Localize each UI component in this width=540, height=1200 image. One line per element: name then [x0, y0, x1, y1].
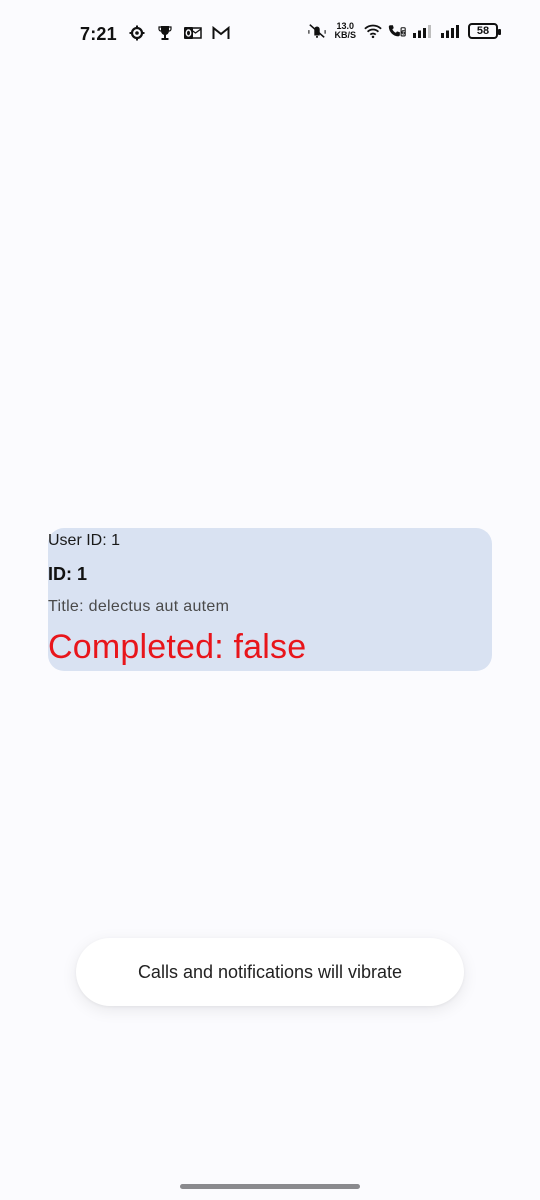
id-text: ID: 1 [48, 564, 88, 584]
title-text: Title: delectus aut autem [48, 598, 230, 615]
toast-notification: Calls and notifications will vibrate [76, 938, 464, 1006]
status-bar: 7:21 13.0 KB/S 6 58 [0, 0, 540, 68]
status-time: 7:21 [80, 24, 117, 44]
toast-message: Calls and notifications will vibrate [137, 961, 403, 982]
system-status-icons: 13.0 KB/S 6 58 [308, 22, 501, 40]
settings-gear-icon [128, 24, 146, 42]
wifi-calling-icon: 6 [388, 22, 406, 40]
gmail-icon [212, 24, 230, 42]
network-speed-unit: KB/S [334, 30, 356, 40]
signal-icon-1 [412, 22, 434, 40]
completed-status-text: Completed: false [48, 628, 307, 666]
wifi-icon [364, 22, 382, 40]
vibrate-mute-icon [308, 22, 327, 40]
battery-icon: 58 [468, 23, 501, 39]
trophy-icon [156, 24, 174, 42]
user-id-text: User ID: 1 [48, 532, 121, 549]
svg-text:6: 6 [401, 30, 405, 36]
todo-card: User ID: 1 ID: 1 Title: delectus aut aut… [48, 528, 492, 671]
notification-icons [128, 24, 230, 42]
gesture-navigation-handle[interactable] [180, 1184, 360, 1189]
outlook-icon [184, 24, 202, 42]
network-speed: 13.0 KB/S [334, 22, 356, 40]
signal-icon-2 [440, 22, 462, 40]
